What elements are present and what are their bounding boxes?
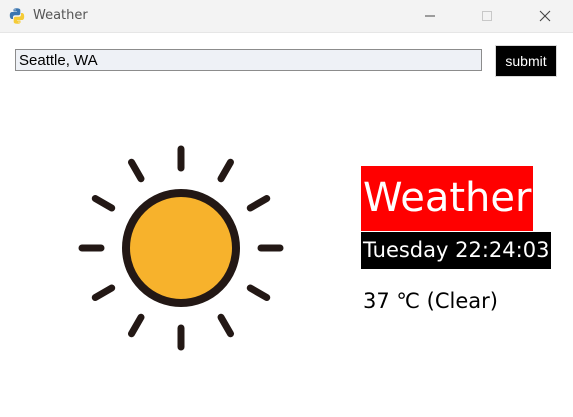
python-icon <box>9 8 25 24</box>
sun-ray <box>217 158 234 183</box>
window-title: Weather <box>33 8 88 23</box>
location-input[interactable] <box>15 49 482 71</box>
close-button[interactable] <box>522 0 568 32</box>
maximize-button[interactable] <box>464 0 510 32</box>
weather-title-label: Weather <box>361 166 534 231</box>
submit-button[interactable]: submit <box>495 45 557 77</box>
sun-ray <box>128 313 145 338</box>
sun-icon <box>78 145 284 351</box>
sun-ray <box>91 284 116 301</box>
app-window: Weather submit Weather Tuesday 22:24:03 … <box>0 0 573 417</box>
sun-ray <box>91 195 116 212</box>
sun-ray <box>246 284 271 301</box>
minimize-icon <box>425 15 435 17</box>
maximize-icon <box>482 11 492 21</box>
sun-ray <box>217 313 234 338</box>
sun-ray <box>128 158 145 183</box>
title-bar[interactable]: Weather <box>0 0 573 33</box>
minimize-button[interactable] <box>407 0 453 32</box>
datetime-label: Tuesday 22:24:03 <box>361 232 552 269</box>
close-icon <box>539 10 551 22</box>
sun-ray <box>246 195 271 212</box>
temperature-label: 37 ℃ (Clear) <box>363 289 498 313</box>
